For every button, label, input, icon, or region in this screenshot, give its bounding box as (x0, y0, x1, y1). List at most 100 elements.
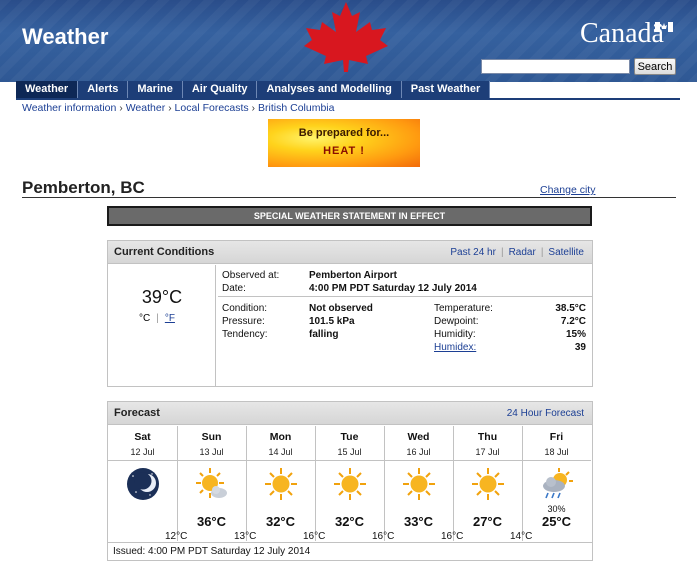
breadcrumb-separator: › (119, 103, 123, 114)
low-temp: 14°C (510, 531, 533, 542)
forecast-panel: Forecast 24 Hour Forecast Sat 12 Jul Sun… (107, 401, 593, 561)
temperature-value: 38.5°C (555, 303, 586, 314)
day-name: Mon (269, 431, 292, 443)
current-conditions-header: Current Conditions Past 24 hr | Radar | Sate… (108, 241, 592, 264)
forecast-day[interactable]: Sat 12 Jul (108, 426, 178, 541)
pressure-label: Pressure: (222, 316, 265, 327)
sun-icon (265, 468, 297, 500)
sun-icon (403, 468, 435, 500)
nav-item-alerts[interactable]: Alerts (78, 81, 129, 98)
issued-timestamp: Issued: 4:00 PM PDT Saturday 12 July 201… (113, 546, 311, 557)
day-name: Wed (407, 431, 430, 443)
forecast-day[interactable]: Wed 16 Jul 33°C (384, 426, 454, 541)
high-temp: 27°C (472, 514, 503, 529)
unit-toggle: °C | °F (139, 313, 175, 324)
site-header: Weather Canadä Search (0, 0, 697, 82)
nav-item-marine[interactable]: Marine (128, 81, 183, 98)
canada-wordmark[interactable]: Canadä (580, 18, 664, 50)
site-title[interactable]: Weather (22, 24, 108, 50)
forecast-day[interactable]: Thu 17 Jul 27°C (453, 426, 523, 541)
dewpoint-label: Dewpoint: (434, 316, 479, 327)
breadcrumb: Weather information › Weather › Local Foreca… (22, 102, 334, 114)
day-divider (384, 460, 453, 461)
temperature-label: Temperature: (434, 303, 493, 314)
search-button[interactable]: Search (634, 58, 676, 75)
satellite-link[interactable]: Satellite (548, 247, 584, 258)
breadcrumb-link[interactable]: Weather (126, 102, 166, 114)
day-date: 17 Jul (475, 447, 500, 457)
24-hour-forecast-link[interactable]: 24 Hour Forecast (507, 408, 584, 419)
sun-cloud-rain-icon (543, 468, 573, 499)
day-divider (177, 460, 246, 461)
special-statement-alert[interactable]: SPECIAL WEATHER STATEMENT IN EFFECT (107, 206, 592, 226)
high-temp: 36°C (196, 514, 227, 529)
humidity-label: Humidity: (434, 329, 476, 340)
forecast-header: Forecast 24 Hour Forecast (108, 402, 592, 425)
day-name: Sat (134, 431, 151, 443)
condition-value: Not observed (309, 303, 373, 314)
day-divider (246, 460, 315, 461)
heat-banner[interactable]: Be prepared for... HEAT ! (268, 119, 420, 167)
forecast-day[interactable]: Sun 13 Jul 36°C (177, 426, 247, 541)
day-date: 18 Jul (544, 447, 569, 457)
day-date: 16 Jul (406, 447, 431, 457)
past-24hr-link[interactable]: Past 24 hr (450, 247, 496, 258)
nav-item-past-weather[interactable]: Past Weather (401, 81, 491, 98)
forecast-links: 24 Hour Forecast (507, 408, 584, 419)
tendency-label: Tendency: (222, 329, 268, 340)
forecast-day[interactable]: Mon 14 Jul 32°C (246, 426, 316, 541)
observed-label: Observed at: (222, 270, 280, 281)
radar-link[interactable]: Radar (509, 247, 536, 258)
pressure-value: 101.5 kPa (309, 316, 355, 327)
sun-cloud-icon (196, 468, 227, 498)
current-conditions-links: Past 24 hr | Radar | Satellite (450, 247, 584, 258)
moon-icon (127, 468, 159, 500)
precip-probability: 30% (547, 504, 566, 514)
dewpoint-value: 7.2°C (560, 316, 586, 327)
day-date: 12 Jul (130, 447, 155, 457)
flag-icon (655, 22, 673, 32)
nav-item-analyses[interactable]: Analyses and Modelling (257, 81, 402, 98)
tendency-value: falling (309, 329, 339, 340)
humidex-link[interactable]: Humidex: (434, 342, 476, 353)
nav-underline (16, 98, 680, 100)
day-date: 15 Jul (337, 447, 362, 457)
breadcrumb-link[interactable]: British Columbia (258, 102, 334, 114)
change-city-link[interactable]: Change city (540, 184, 595, 196)
date-label: Date: (222, 283, 246, 294)
low-temp: 16°C (303, 531, 326, 542)
day-divider (453, 460, 522, 461)
current-temperature-box: 39°C °C | °F (108, 265, 216, 386)
unit-celsius: °C (139, 313, 151, 324)
nav-item-air-quality[interactable]: Air Quality (182, 81, 258, 98)
day-divider (315, 460, 384, 461)
current-temperature: 39°C (141, 287, 183, 307)
maple-leaf-icon (304, 2, 388, 72)
current-conditions-title: Current Conditions (114, 246, 215, 258)
search-input[interactable] (481, 59, 630, 74)
low-temp: 16°C (372, 531, 395, 542)
low-temp: 16°C (441, 531, 464, 542)
day-name: Thu (477, 431, 498, 443)
current-conditions-panel: Current Conditions Past 24 hr | Radar | Sate… (107, 240, 593, 387)
forecast-day[interactable]: Tue 15 Jul 32°C (315, 426, 385, 541)
forecast-day[interactable]: Fri 18 Jul 30% 25°C (522, 426, 592, 541)
link-separator: | (540, 247, 544, 258)
humidex-value: 39 (574, 342, 586, 353)
day-name: Tue (340, 431, 359, 443)
low-temp: 13°C (234, 531, 257, 542)
sun-icon (334, 468, 366, 500)
main-nav: Weather Alerts Marine Air Quality Analys… (16, 81, 491, 98)
day-divider (522, 460, 591, 461)
link-separator: | (500, 247, 504, 258)
heat-banner-line1: Be prepared for... (298, 127, 390, 139)
title-divider (22, 197, 676, 198)
high-temp: 25°C (541, 514, 572, 529)
nav-item-weather[interactable]: Weather (16, 81, 79, 98)
unit-fahrenheit-link[interactable]: °F (165, 313, 175, 324)
high-temp: 32°C (334, 514, 365, 529)
breadcrumb-separator: › (168, 103, 172, 114)
day-name: Fri (549, 431, 564, 443)
breadcrumb-link[interactable]: Local Forecasts (175, 102, 249, 114)
breadcrumb-link[interactable]: Weather information (22, 102, 116, 114)
